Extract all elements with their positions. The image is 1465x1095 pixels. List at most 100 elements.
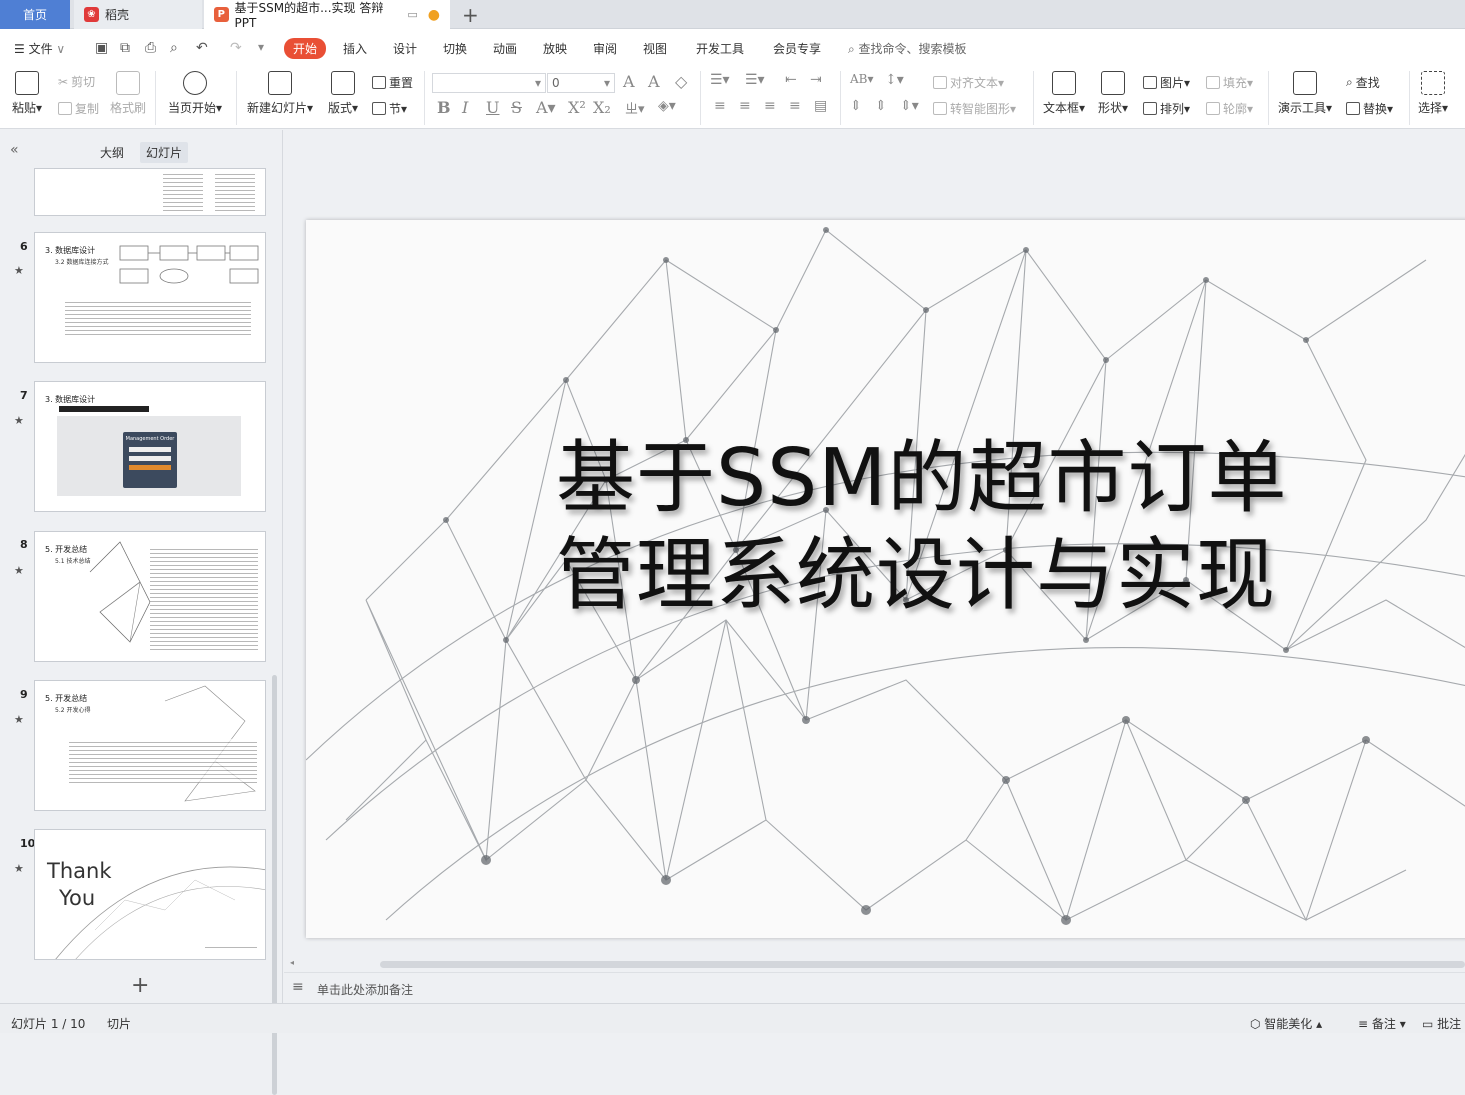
- play-from-current-button[interactable]: 当页开始▾: [168, 71, 222, 116]
- menu-member[interactable]: 会员专享: [773, 40, 821, 57]
- monitor-icon[interactable]: ▭: [407, 8, 417, 21]
- select-icon: [1421, 71, 1446, 95]
- add-slide-icon[interactable]: +: [131, 973, 149, 998]
- slide-thumbnail-10[interactable]: Thank You: [34, 829, 266, 960]
- print-icon[interactable]: ⎙: [145, 40, 156, 56]
- find-button[interactable]: ⌕ 查找: [1346, 74, 1380, 91]
- tab-docer[interactable]: ❀ 稻壳: [74, 0, 202, 29]
- smart-beautify-button[interactable]: ⬡ 智能美化 ▴: [1250, 1015, 1322, 1032]
- notes-toggle-button[interactable]: ≡ 备注 ▾: [1358, 1015, 1406, 1032]
- menu-file[interactable]: ☰ 文件 ∨: [14, 40, 65, 57]
- columns-icon[interactable]: ⇕: [875, 98, 887, 114]
- slide-thumbnail-5[interactable]: [34, 168, 266, 216]
- line-spacing-icon[interactable]: ↕▾: [885, 72, 904, 88]
- underline-icon[interactable]: U: [486, 98, 499, 117]
- current-slide[interactable]: 基于SSM的超市订单 管理系统设计与实现: [306, 220, 1465, 938]
- bold-icon[interactable]: B: [437, 98, 451, 117]
- command-search[interactable]: ⌕ 查找命令、搜索模板: [848, 40, 967, 57]
- thumb-text-lines: [150, 546, 258, 650]
- replace-button[interactable]: 替换 ▾: [1346, 100, 1393, 117]
- align-center-icon[interactable]: ≡: [739, 98, 751, 114]
- smart-beautify-label: 智能美化: [1264, 1017, 1313, 1031]
- tab-slides[interactable]: 幻灯片: [140, 142, 189, 163]
- notes-area[interactable]: ≡ 单击此处添加备注: [284, 972, 1465, 1003]
- text-direction-icon[interactable]: AB▾: [850, 72, 874, 86]
- increase-indent-icon[interactable]: ⇥: [810, 72, 822, 88]
- menu-review[interactable]: 审阅: [593, 40, 617, 57]
- numbered-list-icon[interactable]: ☰▾: [745, 72, 765, 88]
- comments-button[interactable]: ▭ 批注: [1422, 1015, 1461, 1032]
- menu-insert[interactable]: 插入: [343, 40, 367, 57]
- export-pdf-icon[interactable]: ⧉: [120, 40, 130, 56]
- reset-button[interactable]: 重置: [372, 74, 413, 91]
- text-box-button[interactable]: 文本框▾: [1043, 71, 1085, 116]
- add-tab-icon[interactable]: +: [462, 3, 479, 27]
- redo-icon[interactable]: ↷: [230, 40, 242, 56]
- font-size-select[interactable]: 0 ▾: [547, 73, 615, 93]
- justify-icon[interactable]: ≡: [789, 98, 801, 114]
- increase-font-icon[interactable]: A: [623, 72, 635, 91]
- shape-button[interactable]: 形状▾: [1098, 71, 1128, 116]
- fill-button[interactable]: 填充 ▾: [1206, 74, 1253, 91]
- scroll-thumb[interactable]: [380, 961, 1465, 968]
- menu-developer[interactable]: 开发工具: [696, 40, 744, 57]
- horizontal-scrollbar[interactable]: ◂: [290, 958, 1465, 970]
- slide-thumbnail-6[interactable]: 3. 数据库设计 3.2 数据库连接方式: [34, 232, 266, 363]
- menu-design[interactable]: 设计: [393, 40, 417, 57]
- italic-icon[interactable]: I: [462, 98, 468, 117]
- phonetic-icon[interactable]: ㄓ▾: [625, 98, 645, 117]
- cut-button[interactable]: ✂ 剪切: [58, 73, 95, 90]
- outline-button[interactable]: 轮廓 ▾: [1206, 100, 1253, 117]
- section-button[interactable]: 节▾: [372, 100, 407, 117]
- scroll-left-icon[interactable]: ◂: [290, 958, 294, 967]
- picture-button[interactable]: 图片 ▾: [1143, 74, 1190, 91]
- align-left-icon[interactable]: ≡: [714, 98, 726, 114]
- menu-start[interactable]: 开始: [284, 38, 327, 59]
- bullet-list-icon[interactable]: ☰▾: [710, 72, 730, 88]
- undo-icon[interactable]: ↶: [196, 40, 208, 56]
- layout-button[interactable]: 版式▾: [328, 71, 358, 116]
- paste-button[interactable]: 粘贴▾: [12, 71, 42, 116]
- theme-name[interactable]: 切片: [107, 1015, 131, 1032]
- clear-format-icon[interactable]: ◇: [675, 72, 687, 91]
- tab-outline[interactable]: 大纲: [94, 142, 130, 163]
- format-painter-button[interactable]: 格式刷: [110, 71, 146, 116]
- decrease-font-icon[interactable]: A: [648, 72, 660, 91]
- slide-thumbnail-9[interactable]: 5. 开发总结 5.2 开发心得: [34, 680, 266, 811]
- decrease-indent-icon[interactable]: ⇤: [785, 72, 797, 88]
- subscript-icon[interactable]: X₂: [593, 98, 611, 117]
- thumb-you-text: You: [59, 886, 96, 910]
- tab-home[interactable]: 首页: [0, 0, 70, 29]
- spacing-dropdown-icon[interactable]: ⇕▾: [900, 98, 919, 114]
- distribute-icon[interactable]: ▤: [814, 98, 827, 114]
- menu-view[interactable]: 视图: [643, 40, 667, 57]
- quick-access-dropdown-icon[interactable]: ▾: [258, 40, 264, 54]
- tab-document[interactable]: P 基于SSM的超市...实现 答辩PPT ▭ ●: [204, 0, 450, 30]
- font-color-icon[interactable]: A▾: [536, 98, 556, 117]
- slide-thumbnail-7[interactable]: 3. 数据库设计 Management Order: [34, 381, 266, 512]
- menu-slideshow[interactable]: 放映: [543, 40, 567, 57]
- arrange-button[interactable]: 排列 ▾: [1143, 100, 1190, 117]
- new-slide-button[interactable]: 新建幻灯片▾: [247, 71, 313, 116]
- strikethrough-icon[interactable]: S: [511, 98, 522, 117]
- font-family-select[interactable]: ▾: [432, 73, 546, 93]
- copy-button[interactable]: 复制: [58, 100, 99, 117]
- menu-transition[interactable]: 切换: [443, 40, 467, 57]
- highlight-icon[interactable]: ◈▾: [658, 98, 676, 114]
- menu-animation[interactable]: 动画: [493, 40, 517, 57]
- smart-art-button[interactable]: 转智能图形 ▾: [933, 100, 1016, 117]
- presentation-tools-button[interactable]: 演示工具▾: [1278, 71, 1332, 116]
- chevron-down-icon: ▾: [534, 76, 541, 90]
- slide-thumbnail-8[interactable]: 5. 开发总结 5.1 技术总结: [34, 531, 266, 662]
- select-button[interactable]: 选择▾: [1418, 71, 1448, 116]
- thumb-subtitle: 5.2 开发心得: [55, 707, 91, 714]
- align-text-button[interactable]: 对齐文本 ▾: [933, 74, 1004, 91]
- save-icon[interactable]: ▣: [95, 40, 108, 56]
- superscript-icon[interactable]: X²: [568, 98, 586, 117]
- outline-label: 轮廓: [1223, 102, 1248, 116]
- align-right-icon[interactable]: ≡: [764, 98, 776, 114]
- print-preview-icon[interactable]: ⌕: [170, 40, 178, 56]
- paragraph-spacing-icon[interactable]: ⇕: [850, 98, 862, 114]
- collapse-panel-icon[interactable]: «: [4, 140, 25, 160]
- slide-title[interactable]: 基于SSM的超市订单 管理系统设计与实现: [556, 430, 1376, 624]
